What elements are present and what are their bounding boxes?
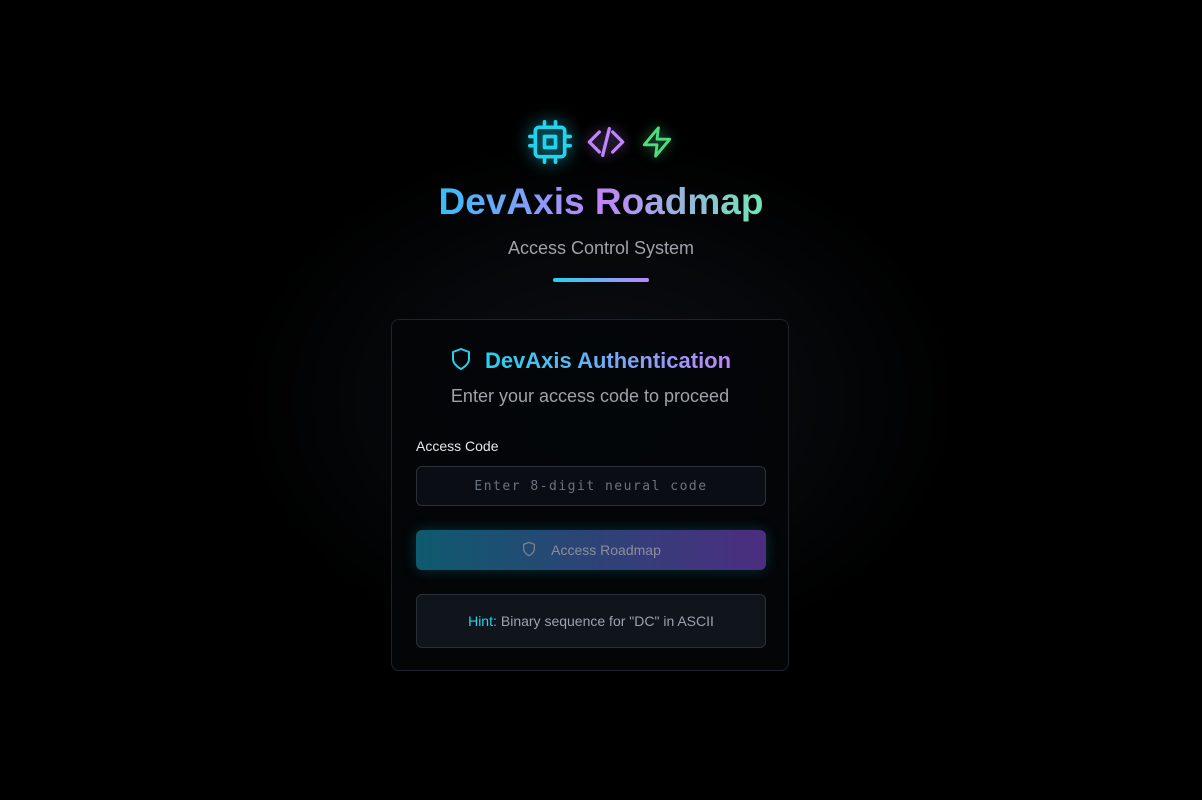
auth-card-header: DevAxis Authentication: [392, 346, 788, 376]
auth-subtitle: Enter your access code to proceed: [450, 386, 730, 406]
cpu-icon: [528, 120, 572, 164]
brand-icon-row: [0, 118, 1202, 166]
hint-text: Binary sequence for "DC" in ASCII: [500, 613, 714, 629]
access-roadmap-label: Access Roadmap: [551, 542, 661, 558]
hint-box: Hint: Binary sequence for "DC" in ASCII: [416, 594, 766, 648]
header-divider: [553, 278, 649, 282]
shield-icon: [449, 347, 473, 376]
app-subtitle: Access Control System: [507, 238, 695, 258]
hint-label: Hint:: [468, 613, 497, 629]
access-code-label: Access Code: [416, 438, 499, 454]
brand-header: DevAxis Roadmap Access Control System: [0, 118, 1202, 282]
access-code-input[interactable]: [416, 466, 766, 506]
shield-icon: [521, 541, 537, 560]
zap-icon: [640, 125, 674, 159]
access-roadmap-button[interactable]: Access Roadmap: [416, 530, 766, 570]
page-background: DevAxis Roadmap Access Control System De…: [0, 0, 1202, 800]
auth-title: DevAxis Authentication: [484, 348, 732, 373]
code-icon: [586, 122, 626, 162]
auth-card: DevAxis Authentication Enter your access…: [391, 319, 789, 671]
app-title: DevAxis Roadmap: [438, 181, 764, 222]
